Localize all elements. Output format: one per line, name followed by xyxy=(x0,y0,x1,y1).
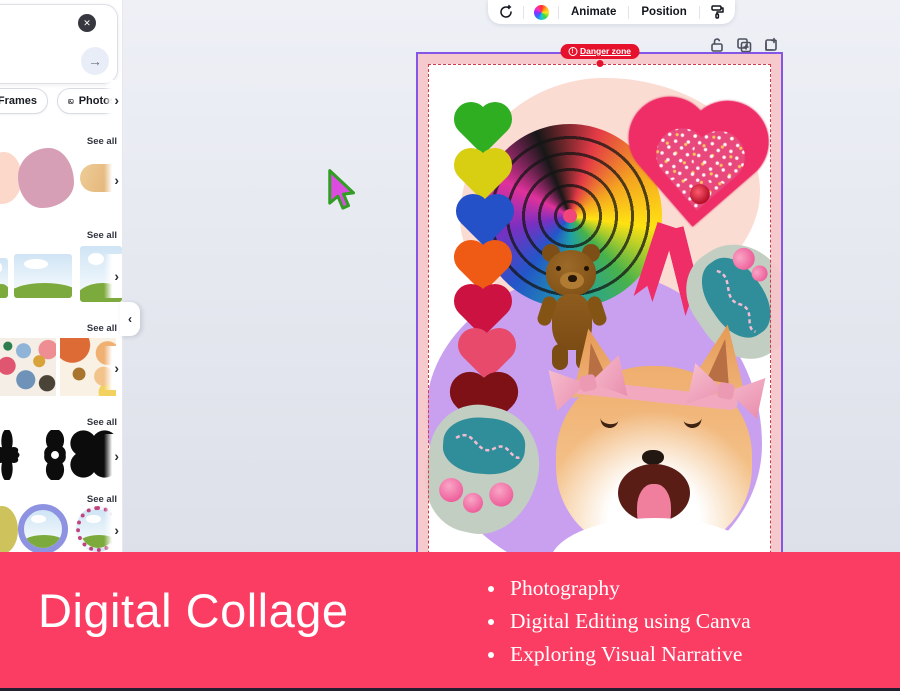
collage-shiba-dog[interactable] xyxy=(542,322,783,582)
arrow-right-icon: → xyxy=(88,53,102,69)
danger-zone-badge: ! Danger zone xyxy=(560,44,639,59)
banner-bullet: Photography xyxy=(510,572,751,605)
search-input[interactable] xyxy=(0,11,69,35)
warning-icon: ! xyxy=(568,47,577,56)
photo-icon xyxy=(68,95,74,108)
flowers-scroll-chevron[interactable]: › xyxy=(104,434,122,478)
chevron-right-icon: › xyxy=(114,268,119,284)
see-all-photos[interactable]: See all xyxy=(87,230,117,241)
paint-roller-icon[interactable] xyxy=(709,4,725,20)
graphics-scroll-chevron[interactable]: › xyxy=(104,346,122,390)
thumb-blob-mauve[interactable] xyxy=(18,148,74,208)
thumb-abstract-1[interactable] xyxy=(0,338,56,396)
search-panel: ✕ → xyxy=(0,4,118,84)
danger-zone-dot xyxy=(596,60,603,67)
thumb-frame-yellow[interactable] xyxy=(0,506,18,552)
chevron-right-icon: › xyxy=(114,172,119,188)
chevron-right-icon: › xyxy=(114,92,119,108)
tab-frames[interactable]: Frames xyxy=(0,88,48,114)
lock-open-icon[interactable] xyxy=(709,37,725,53)
see-all-graphics[interactable]: See all xyxy=(87,323,117,334)
title-banner: Digital Collage Photography Digital Edit… xyxy=(0,552,900,688)
toolbar-divider xyxy=(628,6,629,19)
photos-scroll-chevron[interactable]: › xyxy=(104,254,122,298)
toolbar-divider xyxy=(523,6,524,19)
tabs-scroll-chevron[interactable]: › xyxy=(104,80,122,120)
color-wheel-icon[interactable] xyxy=(533,4,549,20)
elements-sidebar: ✕ → Frames Photos › See all › See all › … xyxy=(0,0,122,552)
animate-button[interactable]: Animate xyxy=(568,6,619,18)
chevron-right-icon: › xyxy=(114,360,119,376)
cycle-plus-icon[interactable] xyxy=(498,4,514,20)
context-toolbar: Animate Position xyxy=(488,0,735,24)
position-button[interactable]: Position xyxy=(638,6,689,18)
chevron-left-icon: ‹ xyxy=(128,312,132,326)
thumb-flower-spiky[interactable] xyxy=(0,430,30,480)
close-icon[interactable]: ✕ xyxy=(78,14,96,32)
duplicate-page-icon[interactable] xyxy=(736,37,752,53)
banner-bullet: Digital Editing using Canva xyxy=(510,605,751,638)
banner-bullet-list: Photography Digital Editing using Canva … xyxy=(510,572,751,671)
shapes-scroll-chevron[interactable]: › xyxy=(104,158,122,202)
see-all-frames[interactable]: See all xyxy=(87,494,117,505)
tab-frames-label: Frames xyxy=(0,95,37,107)
thumb-landscape-0[interactable] xyxy=(0,258,8,298)
search-submit-button[interactable]: → xyxy=(81,47,109,75)
toolbar-divider xyxy=(558,6,559,19)
danger-zone-label: Danger zone xyxy=(580,46,631,56)
mouse-cursor xyxy=(326,168,356,212)
frames-scroll-chevron[interactable]: › xyxy=(104,508,122,552)
see-all-shapes[interactable]: See all xyxy=(87,136,117,147)
chevron-right-icon: › xyxy=(114,522,119,538)
banner-bullet: Exploring Visual Narrative xyxy=(510,638,751,671)
toolbar-divider xyxy=(699,6,700,19)
thumb-frame-scallop[interactable] xyxy=(18,504,68,552)
add-page-icon[interactable] xyxy=(763,37,779,53)
chevron-right-icon: › xyxy=(114,448,119,464)
sidebar-collapse-button[interactable]: ‹ xyxy=(120,302,140,336)
see-all-flowers[interactable]: See all xyxy=(87,417,117,428)
thumb-landscape-1[interactable] xyxy=(14,254,72,298)
banner-title: Digital Collage xyxy=(38,583,349,638)
page-controls xyxy=(709,37,779,53)
